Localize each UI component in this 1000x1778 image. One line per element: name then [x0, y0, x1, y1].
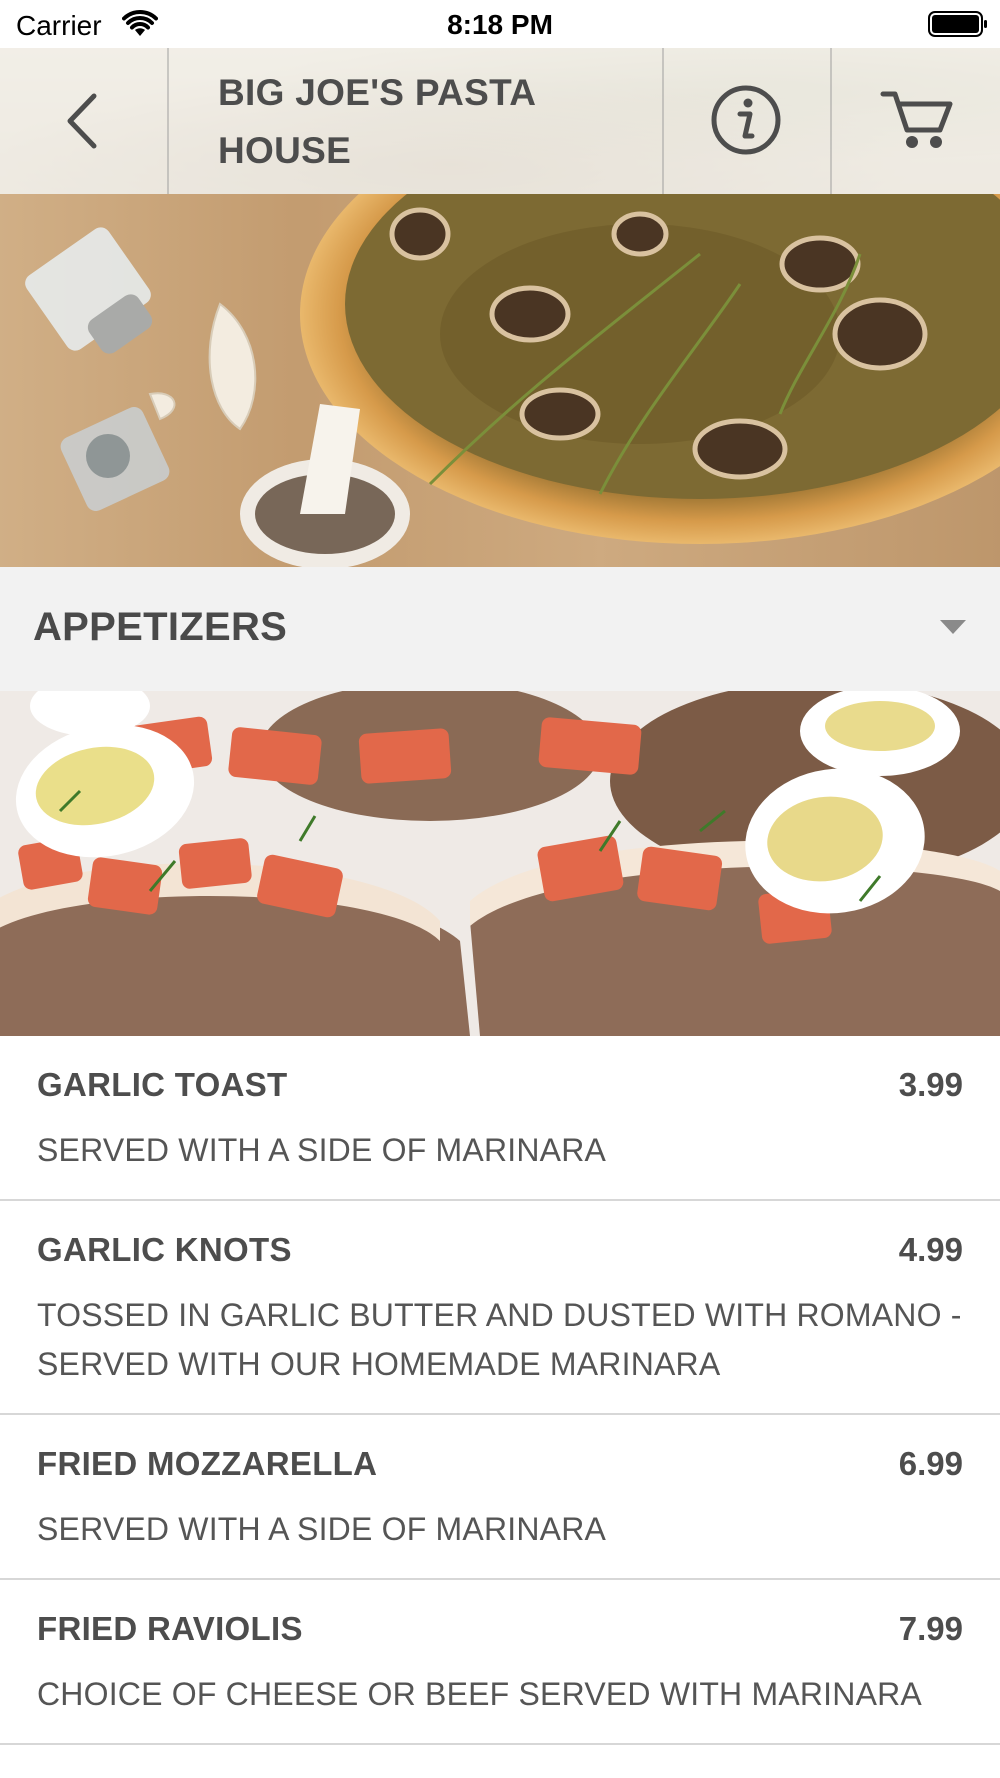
menu-item[interactable]: FRIED MOZZARELLA 6.99 SERVED WITH A SIDE…	[0, 1415, 1000, 1580]
bruschetta-illustration	[0, 691, 1000, 1036]
app-screen: Carrier 8:18 PM BIG JOE'S PASTA HOUSE AP…	[0, 0, 1000, 1778]
restaurant-hero-image	[0, 194, 1000, 567]
menu-list: GARLIC TOAST 3.99 SERVED WITH A SIDE OF …	[0, 1036, 1000, 1745]
category-header[interactable]: APPETIZERS	[0, 567, 1000, 691]
item-description: SERVED WITH A SIDE OF MARINARA	[37, 1132, 607, 1168]
item-price: 4.99	[898, 1231, 963, 1268]
item-description: CHOICE OF CHEESE OR BEEF SERVED WITH MAR…	[37, 1676, 922, 1712]
chevron-down-icon[interactable]	[940, 620, 966, 634]
status-bar: Carrier 8:18 PM	[0, 0, 1000, 48]
page-title: BIG JOE'S PASTA HOUSE	[218, 72, 535, 171]
item-name: FRIED MOZZARELLA	[37, 1445, 378, 1482]
chevron-left-icon	[67, 93, 97, 149]
status-time: 8:18 PM	[447, 9, 553, 40]
info-icon	[711, 85, 781, 155]
item-name: FRIED RAVIOLIS	[37, 1610, 303, 1647]
category-title: APPETIZERS	[33, 605, 288, 649]
back-button[interactable]	[0, 48, 168, 194]
item-name: GARLIC KNOTS	[37, 1231, 292, 1268]
cart-icon	[880, 91, 953, 148]
item-price: 3.99	[898, 1066, 963, 1103]
item-price: 7.99	[898, 1610, 963, 1647]
menu-item[interactable]: FRIED RAVIOLIS 7.99 CHOICE OF CHEESE OR …	[0, 1580, 1000, 1745]
cart-button[interactable]	[832, 48, 1000, 194]
header-divider	[167, 48, 169, 194]
item-price: 6.99	[898, 1445, 963, 1482]
app-header: BIG JOE'S PASTA HOUSE	[0, 48, 1000, 194]
item-name: GARLIC TOAST	[37, 1066, 288, 1103]
menu-item[interactable]: GARLIC KNOTS 4.99 TOSSED IN GARLIC BUTTE…	[0, 1201, 1000, 1415]
item-description: TOSSED IN GARLIC BUTTER AND DUSTED WITH …	[37, 1297, 962, 1382]
title-container: BIG JOE'S PASTA HOUSE	[170, 48, 662, 194]
item-description: SERVED WITH A SIDE OF MARINARA	[37, 1511, 607, 1547]
info-button[interactable]	[664, 48, 830, 194]
menu-item[interactable]: GARLIC TOAST 3.99 SERVED WITH A SIDE OF …	[0, 1036, 1000, 1201]
battery-icon	[928, 11, 987, 37]
category-image	[0, 691, 1000, 1036]
pizza-illustration	[0, 194, 1000, 567]
